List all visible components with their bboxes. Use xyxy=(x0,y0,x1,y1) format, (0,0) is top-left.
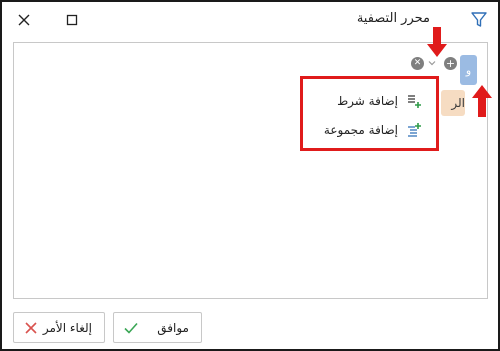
menu-item-add-group[interactable]: إضافة مجموعة xyxy=(309,118,430,142)
add-context-menu: إضافة شرط إضافة مجموعة xyxy=(300,76,439,151)
x-circle-icon[interactable]: ✕ xyxy=(411,57,424,70)
filter-editor-window: محرر التصفية و + ✕ الر إضافة شرط إضافة م… xyxy=(0,0,500,351)
ok-button[interactable]: موافق xyxy=(113,312,202,343)
menu-item-label: إضافة مجموعة xyxy=(323,123,398,137)
red-arrow-up-icon xyxy=(472,85,492,117)
menu-item-add-condition[interactable]: إضافة شرط xyxy=(309,89,430,113)
cancel-button-label: إلغاء الأمر xyxy=(42,320,92,335)
chevron-down-icon[interactable] xyxy=(426,57,438,69)
add-condition-icon xyxy=(408,95,421,108)
group-operator-chip[interactable]: و xyxy=(460,55,477,85)
condition-chip[interactable]: الر xyxy=(441,90,465,116)
cancel-button[interactable]: إلغاء الأمر xyxy=(13,312,105,343)
check-icon xyxy=(124,322,138,334)
plus-circle-icon[interactable]: + xyxy=(444,57,457,70)
maximize-icon[interactable] xyxy=(64,12,80,28)
red-arrow-down-icon xyxy=(427,27,447,57)
window-title: محرر التصفية xyxy=(356,11,430,26)
add-group-icon xyxy=(408,123,421,137)
cancel-x-icon xyxy=(25,322,37,334)
filter-icon xyxy=(471,12,487,27)
title-bar: محرر التصفية xyxy=(2,2,498,38)
close-icon[interactable] xyxy=(16,12,32,28)
ok-button-label: موافق xyxy=(157,320,189,335)
menu-item-label: إضافة شرط xyxy=(337,94,398,108)
